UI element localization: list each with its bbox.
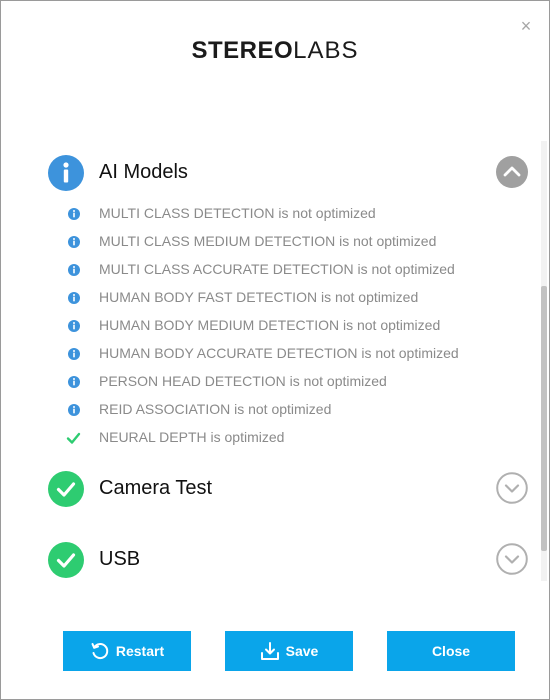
dialog-window: × STEREOLABS AI Models MULTI CLASS DETEC… bbox=[0, 0, 550, 700]
save-button[interactable]: Save bbox=[225, 631, 353, 671]
item-text: REID ASSOCIATION is not optimized bbox=[99, 401, 332, 417]
item-text: HUMAN BODY MEDIUM DETECTION is not optim… bbox=[99, 317, 441, 333]
info-small-icon bbox=[68, 404, 80, 416]
close-button[interactable]: Close bbox=[387, 631, 515, 671]
download-icon bbox=[260, 642, 279, 660]
info-small-icon bbox=[68, 264, 80, 276]
section-title: AI Models bbox=[99, 161, 188, 183]
info-small-icon bbox=[68, 208, 80, 220]
scrollbar-thumb[interactable] bbox=[541, 286, 547, 551]
info-small-icon bbox=[68, 348, 80, 360]
save-label: Save bbox=[285, 643, 319, 659]
item-text: MULTI CLASS ACCURATE DETECTION is not op… bbox=[99, 261, 455, 277]
check-circle-icon bbox=[48, 542, 84, 578]
info-icon bbox=[48, 155, 84, 191]
logo-bold: STEREO bbox=[191, 37, 294, 64]
logo-light: LABS bbox=[293, 37, 359, 64]
restart-button[interactable]: Restart bbox=[63, 631, 191, 671]
expand-down-icon[interactable] bbox=[496, 472, 528, 504]
info-small-icon bbox=[68, 320, 80, 332]
item-text: PERSON HEAD DETECTION is not optimized bbox=[99, 373, 387, 389]
restart-label: Restart bbox=[115, 643, 165, 659]
section-title: Camera Test bbox=[99, 477, 213, 499]
item-text: HUMAN BODY ACCURATE DETECTION is not opt… bbox=[99, 345, 459, 361]
info-small-icon bbox=[68, 236, 80, 248]
collapse-up-icon[interactable] bbox=[496, 156, 528, 188]
item-text: MULTI CLASS DETECTION is not optimized bbox=[99, 205, 376, 221]
item-text: MULTI CLASS MEDIUM DETECTION is not opti… bbox=[99, 233, 437, 249]
close-label: Close bbox=[431, 643, 471, 659]
restart-icon bbox=[91, 643, 109, 660]
info-small-icon bbox=[68, 376, 80, 388]
checkmark-icon bbox=[66, 432, 81, 444]
item-text: HUMAN BODY FAST DETECTION is not optimiz… bbox=[99, 289, 419, 305]
section-title: USB bbox=[99, 548, 141, 570]
info-small-icon bbox=[68, 292, 80, 304]
expand-down-icon[interactable] bbox=[496, 543, 528, 575]
close-window-icon[interactable]: × bbox=[515, 15, 537, 37]
item-text: NEURAL DEPTH is optimized bbox=[99, 429, 285, 445]
check-circle-icon bbox=[48, 471, 84, 507]
stereolabs-logo: STEREOLABS bbox=[1, 37, 549, 65]
